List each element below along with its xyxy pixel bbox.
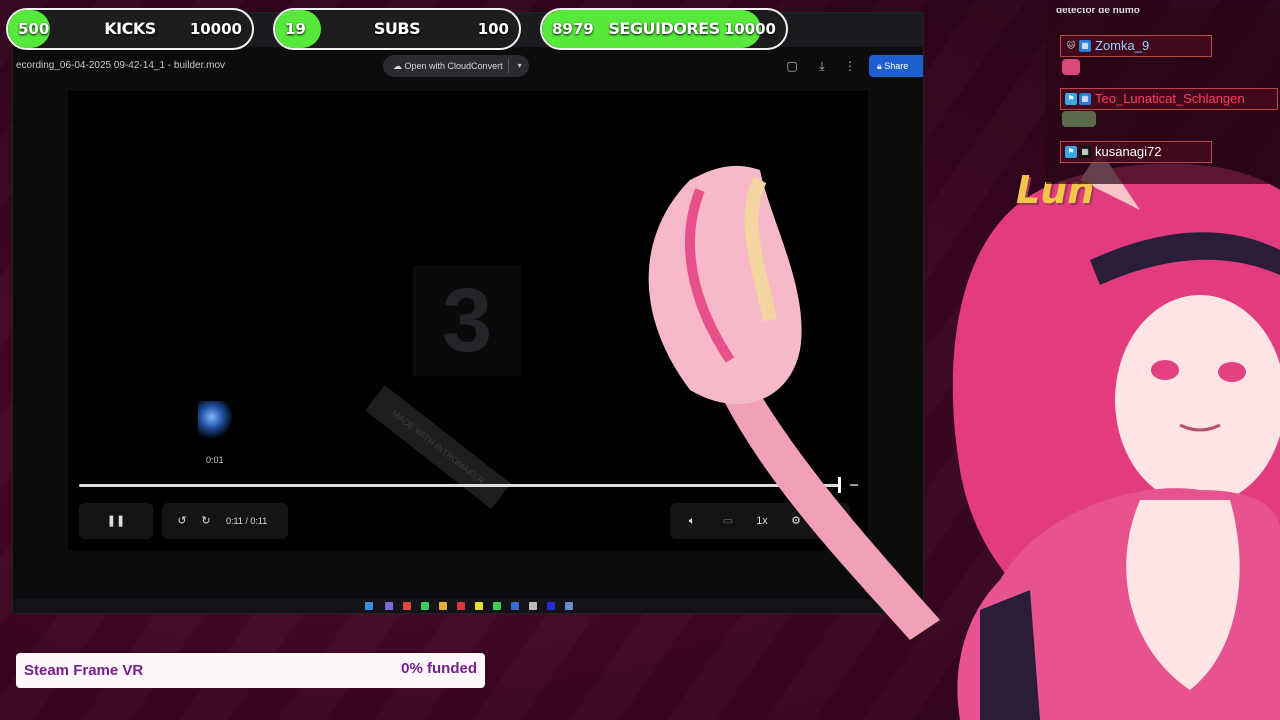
- pause-icon[interactable]: ❚❚: [79, 503, 153, 539]
- file-name: ecording_06-04-2025 09-42-14_1 - builder…: [16, 60, 226, 71]
- goal-kicks: 500 KICKS 10000: [6, 8, 254, 50]
- watermark-logo: 3: [413, 266, 521, 376]
- cloud-icon: ☁: [393, 61, 405, 71]
- goal-max: 10000: [189, 20, 242, 38]
- vtuber-avatar: [648, 150, 1280, 720]
- more-icon[interactable]: ⋮: [841, 57, 859, 75]
- divider: [507, 59, 509, 73]
- goal-followers: 8979 SEGUIDORES 10000: [540, 8, 788, 50]
- tail-tip: [648, 165, 802, 405]
- funding-goal: Steam Frame VR 0% funded: [16, 653, 485, 688]
- viewer-toolbar: ecording_06-04-2025 09-42-14_1 - builder…: [13, 55, 923, 77]
- chat-username: Zomka_9: [1095, 38, 1150, 53]
- app-icon[interactable]: [529, 602, 537, 610]
- eye: [1151, 360, 1179, 380]
- prime-badge-icon: ⚑: [1065, 146, 1077, 158]
- chat-overlay: detector de humo 🐱︎ ▦ Zomka_9 ⚑ ▦ Teo_Lu…: [1046, 8, 1280, 184]
- funding-title: Steam Frame VR: [24, 662, 144, 679]
- chat-username: Teo_Lunaticat_Schlangen: [1095, 91, 1245, 106]
- emote-icon: [1062, 111, 1096, 127]
- share-label: Share: [884, 61, 909, 71]
- sub-badge-icon: ▦: [1079, 93, 1091, 105]
- sub-badge-icon: ▦: [1079, 146, 1091, 158]
- chat-message: ⚑ ▦ Teo_Lunaticat_Schlangen: [1060, 88, 1278, 110]
- watermark-ribbon: MADE WITH INTROMAKER: [365, 385, 511, 509]
- skip-controls: ↺ ↻ 0:11 / 0:11: [162, 503, 288, 539]
- chat-truncated-message: detector de humo: [1056, 8, 1140, 16]
- time-display: 0:11 / 0:11: [226, 516, 268, 526]
- chat-message: ⚑ ▦ kusanagi72: [1060, 141, 1212, 163]
- goal-subs: 19 SUBS 100: [273, 8, 521, 50]
- app-icon[interactable]: [385, 602, 393, 610]
- app-icon[interactable]: [547, 602, 555, 610]
- app-icon[interactable]: [421, 602, 429, 610]
- download-icon[interactable]: ⤓: [813, 57, 831, 75]
- open-with-button[interactable]: ☁ Open with CloudConvert ▾: [383, 55, 529, 77]
- seek-preview-thumbnail: [198, 401, 232, 441]
- prime-badge-icon: ⚑: [1065, 93, 1077, 105]
- chat-message: 🐱︎ ▦ Zomka_9: [1060, 35, 1212, 57]
- hover-time: 0:01: [206, 455, 224, 465]
- app-icon[interactable]: [511, 602, 519, 610]
- eye: [1218, 362, 1246, 382]
- chevron-down-icon[interactable]: ▾: [518, 55, 522, 77]
- open-with-label: Open with CloudConvert: [404, 61, 503, 71]
- funding-percent: 0% funded: [401, 660, 477, 677]
- emote-icon: [1062, 59, 1080, 75]
- face: [1115, 295, 1280, 505]
- folder-icon[interactable]: [439, 602, 447, 610]
- app-icon[interactable]: [457, 602, 465, 610]
- cat-badge-icon: 🐱︎: [1066, 41, 1076, 50]
- rewind-icon[interactable]: ↺: [174, 503, 190, 539]
- share-button[interactable]: 🔒︎ Share: [869, 55, 923, 77]
- forward-icon[interactable]: ↻: [198, 503, 214, 539]
- comment-icon[interactable]: ▢: [783, 57, 801, 75]
- goal-max: 10000: [723, 20, 776, 38]
- app-icon[interactable]: [403, 602, 411, 610]
- sleeve: [980, 590, 1040, 720]
- app-icon[interactable]: [493, 602, 501, 610]
- play-controls: ❚❚: [79, 503, 153, 539]
- app-icon[interactable]: [475, 602, 483, 610]
- sub-badge-icon: ▦: [1079, 40, 1091, 52]
- start-icon[interactable]: [365, 602, 373, 610]
- app-icon[interactable]: [565, 602, 573, 610]
- goal-max: 100: [477, 20, 509, 38]
- chat-username: kusanagi72: [1095, 144, 1162, 159]
